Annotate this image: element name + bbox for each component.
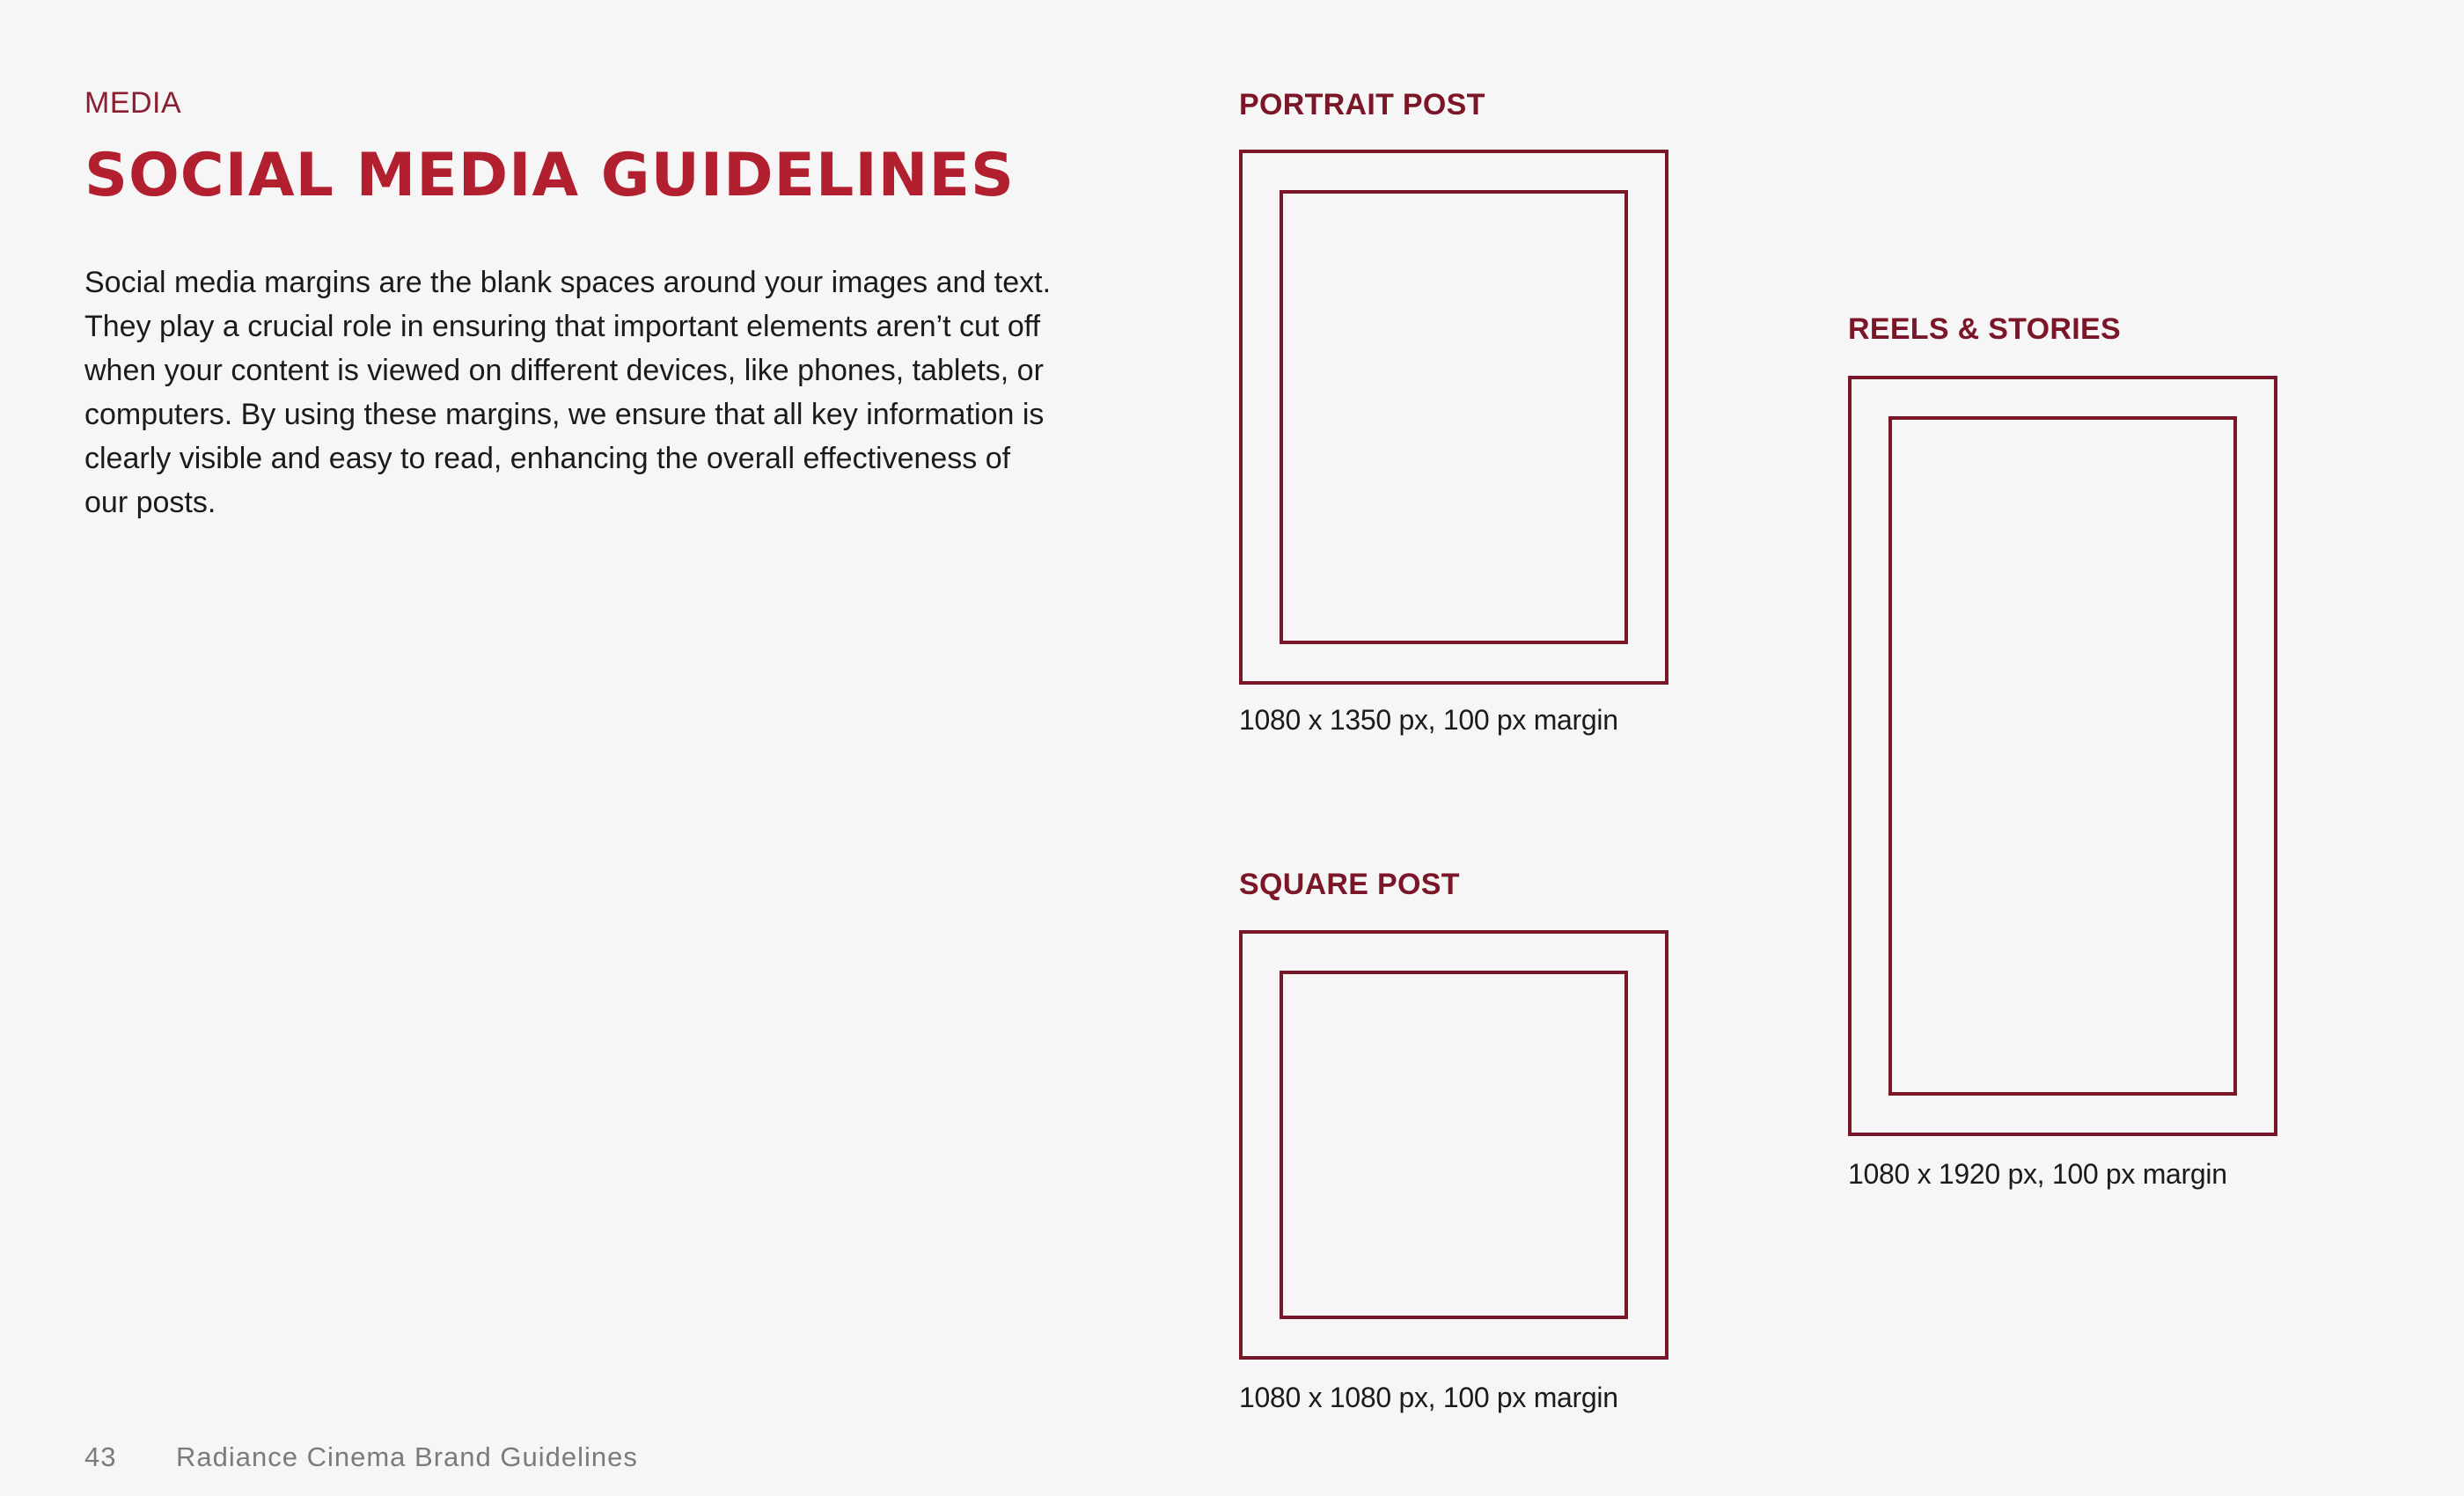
- intro-paragraph: Social media margins are the blank space…: [84, 266, 1052, 519]
- page-number: 43: [84, 1441, 117, 1472]
- square-post-label: SQUARE POST: [1239, 868, 1460, 901]
- reels-stories-caption: 1080 x 1920 px, 100 px margin: [1848, 1158, 2227, 1190]
- section-eyebrow: MEDIA: [84, 86, 182, 120]
- reels-stories-frame: [1848, 376, 2277, 1136]
- reels-stories-label: REELS & STORIES: [1848, 312, 2121, 346]
- portrait-post-margin-box: [1280, 190, 1628, 644]
- page-title: SOCIAL MEDIA GUIDELINES: [84, 141, 1015, 210]
- portrait-post-caption: 1080 x 1350 px, 100 px margin: [1239, 704, 1618, 736]
- square-post-frame: [1239, 930, 1668, 1360]
- portrait-post-frame: [1239, 150, 1668, 685]
- reels-stories-margin-box: [1888, 416, 2237, 1096]
- portrait-post-label: PORTRAIT POST: [1239, 88, 1485, 121]
- square-post-caption: 1080 x 1080 px, 100 px margin: [1239, 1382, 1618, 1413]
- square-post-margin-box: [1280, 971, 1628, 1319]
- document-title: Radiance Cinema Brand Guidelines: [176, 1441, 638, 1472]
- page-footer: 43 Radiance Cinema Brand Guidelines: [84, 1441, 638, 1473]
